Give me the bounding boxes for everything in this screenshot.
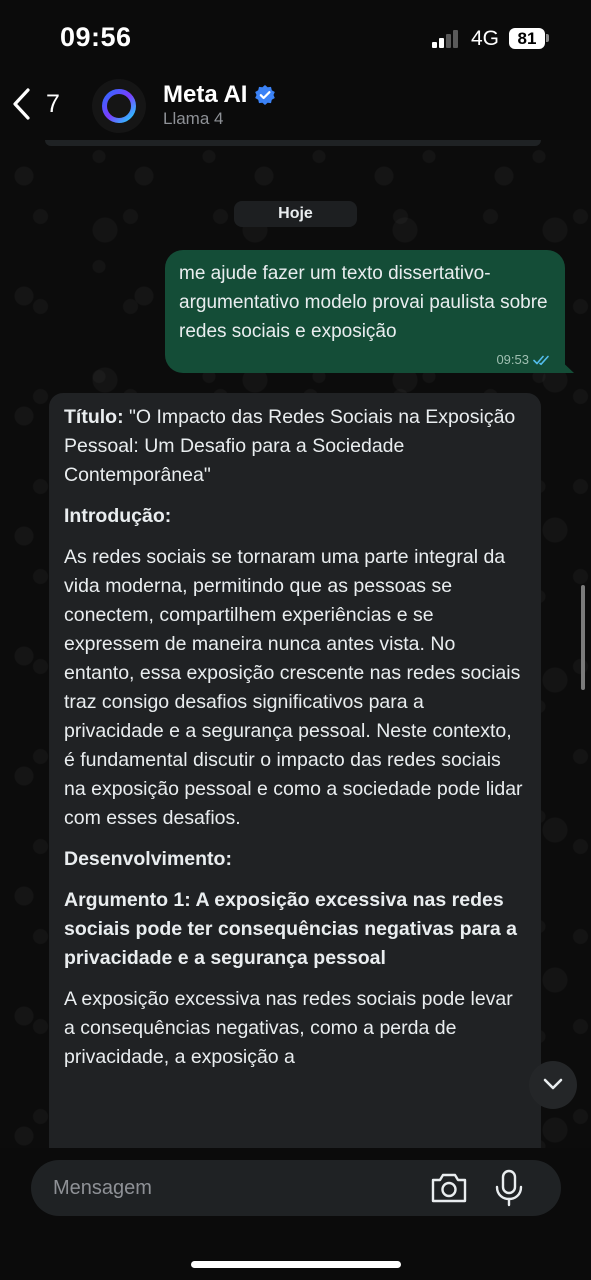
development-heading: Desenvolvimento:	[64, 848, 232, 870]
camera-button[interactable]	[429, 1170, 469, 1206]
essay-title-label: Título:	[64, 406, 124, 428]
status-time: 09:56	[60, 22, 132, 52]
battery-icon: 81	[509, 28, 545, 49]
message-input-container	[31, 1160, 561, 1216]
essay-title: Título: "O Impacto das Redes Sociais na …	[64, 403, 526, 490]
double-check-icon	[533, 355, 549, 365]
date-chip: Hoje	[234, 201, 357, 227]
outgoing-message[interactable]: me ajude fazer um texto dissertativo-arg…	[165, 250, 565, 373]
unread-count: 7	[46, 90, 60, 118]
back-button[interactable]: 7	[10, 84, 66, 126]
avatar[interactable]	[92, 79, 146, 133]
chat-header: 7 Meta AI Llama 4	[0, 70, 591, 140]
previous-message-edge	[45, 140, 541, 146]
microphone-button[interactable]	[491, 1168, 527, 1208]
home-indicator[interactable]	[191, 1261, 401, 1268]
verified-badge-icon	[255, 85, 275, 105]
intro-paragraph: As redes sociais se tornaram uma parte i…	[64, 546, 523, 829]
camera-icon	[431, 1173, 467, 1203]
scrollbar-thumb[interactable]	[581, 585, 585, 690]
outgoing-message-text: me ajude fazer um texto dissertativo-arg…	[179, 263, 548, 342]
network-type: 4G	[471, 27, 500, 50]
outgoing-bubble-tail	[556, 356, 574, 373]
battery-tip	[546, 34, 549, 42]
message-meta: 09:53	[496, 352, 551, 367]
message-time: 09:53	[496, 352, 529, 367]
chevron-down-icon	[543, 1078, 563, 1090]
status-bar: 09:56 4G 81	[0, 0, 591, 70]
essay-title-text: "O Impacto das Redes Sociais na Exposiçã…	[64, 406, 516, 486]
argument1-paragraph: A exposição excessiva nas redes sociais …	[64, 988, 513, 1068]
input-bar	[0, 1148, 591, 1280]
contact-name[interactable]: Meta AI	[163, 81, 247, 109]
argument1-heading: Argumento 1: A exposição excessiva nas r…	[64, 889, 518, 969]
chevron-left-icon	[13, 88, 30, 120]
incoming-message[interactable]: Título: "O Impacto das Redes Sociais na …	[49, 393, 541, 1148]
message-input[interactable]	[53, 1160, 413, 1216]
signal-icon	[432, 30, 462, 48]
meta-ai-ring-icon	[102, 89, 136, 123]
microphone-icon	[495, 1169, 523, 1207]
contact-subtitle: Llama 4	[163, 109, 224, 128]
chat-area[interactable]: Hoje me ajude fazer um texto dissertativ…	[0, 140, 591, 1148]
intro-heading: Introdução:	[64, 505, 172, 527]
scroll-down-button[interactable]	[529, 1061, 577, 1109]
